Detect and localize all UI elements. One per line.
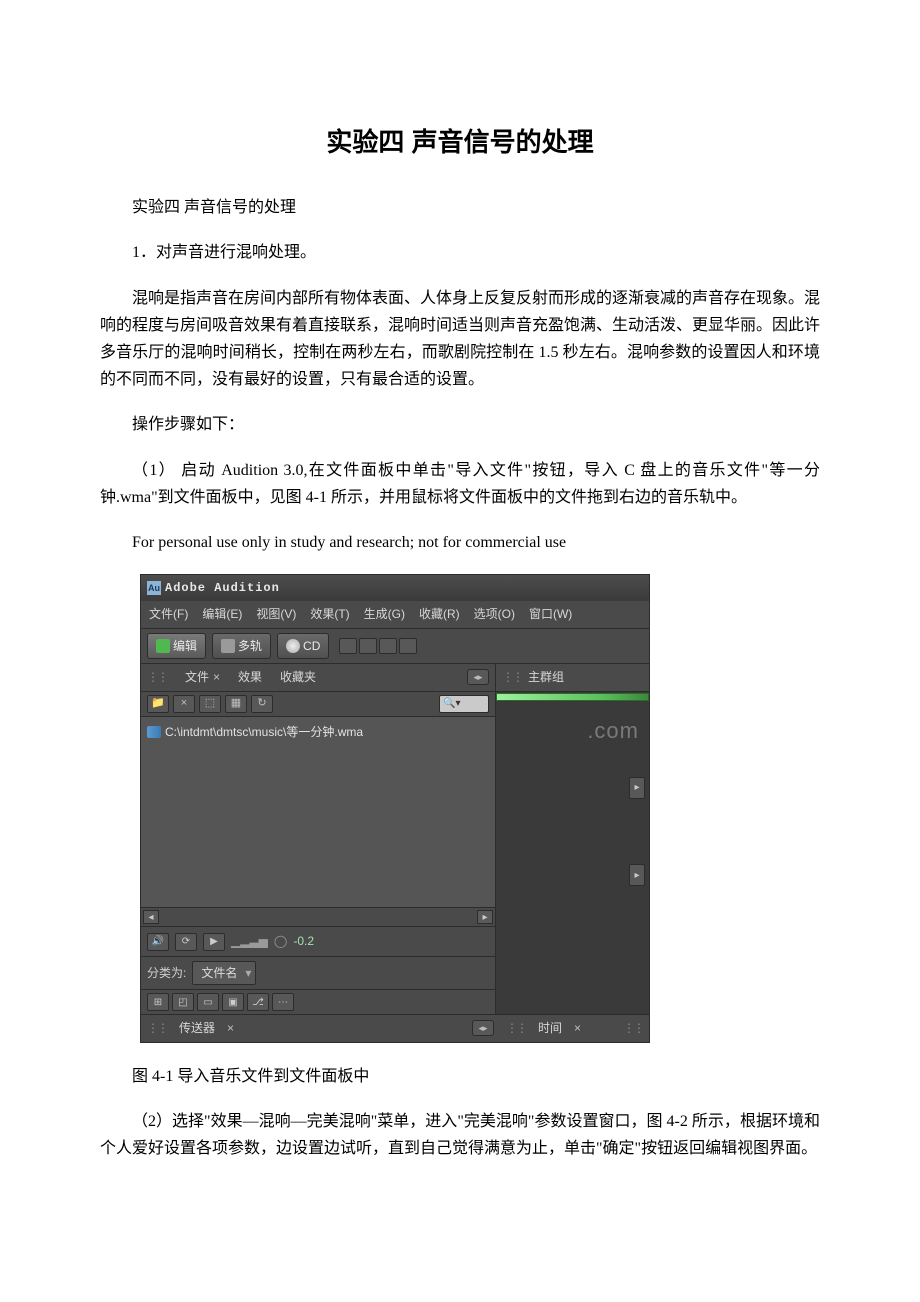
step-1: （1） 启动 Audition 3.0,在文件面板中单击"导入文件"按钮，导入 … bbox=[100, 457, 820, 511]
subtitle: 实验四 声音信号的处理 bbox=[100, 194, 820, 221]
menu-file[interactable]: 文件(F) bbox=[149, 604, 188, 624]
left-pane: ⋮⋮ 文件 × 效果 收藏夹 ◂▸ 📁 × ⬚ ▦ ↻ 🔍▾ bbox=[141, 664, 496, 1014]
panel-tabs: ⋮⋮ 文件 × 效果 收藏夹 ◂▸ bbox=[141, 664, 495, 691]
view-btn-6[interactable]: ⋯ bbox=[272, 993, 294, 1011]
view-btn-5[interactable]: ⎇ bbox=[247, 993, 269, 1011]
main-body: ⋮⋮ 文件 × 效果 收藏夹 ◂▸ 📁 × ⬚ ▦ ↻ 🔍▾ bbox=[141, 664, 649, 1014]
toolbar-cd-button[interactable]: CD bbox=[277, 633, 329, 659]
app-title: Adobe Audition bbox=[165, 578, 280, 598]
right-pane: ⋮⋮ 主群组 .com ▸ ▸ bbox=[496, 664, 649, 1014]
menu-edit[interactable]: 编辑(E) bbox=[202, 604, 242, 624]
edit-file-button[interactable]: ▦ bbox=[225, 695, 247, 713]
tool-btn-2[interactable] bbox=[359, 638, 377, 654]
view-btn-1[interactable]: ⊞ bbox=[147, 993, 169, 1011]
tool-btn-4[interactable] bbox=[399, 638, 417, 654]
transport-panel-label[interactable]: 传送器 bbox=[179, 1018, 215, 1038]
track-body[interactable]: .com ▸ ▸ bbox=[496, 702, 649, 1015]
file-list: C:\intdmt\dmtsc\music\等一分钟.wma bbox=[141, 717, 495, 908]
loop-button[interactable]: ⟳ bbox=[175, 933, 197, 951]
section-heading-1: 1．对声音进行混响处理。 bbox=[100, 239, 820, 266]
import-file-button[interactable]: 📁 bbox=[147, 695, 169, 713]
sort-label: 分类为: bbox=[147, 963, 186, 983]
refresh-button[interactable]: ↻ bbox=[251, 695, 273, 713]
search-field[interactable]: 🔍▾ bbox=[439, 695, 489, 713]
toolbar-edit-label: 编辑 bbox=[173, 636, 197, 656]
multitrack-icon bbox=[221, 639, 235, 653]
wave-icon bbox=[156, 639, 170, 653]
horizontal-scrollbar[interactable]: ◂ ▸ bbox=[141, 907, 495, 926]
menu-generate[interactable]: 生成(G) bbox=[364, 604, 405, 624]
view-buttons: ⊞ ◰ ▭ ▣ ⎇ ⋯ bbox=[141, 989, 495, 1014]
tool-btn-1[interactable] bbox=[339, 638, 357, 654]
step-2: （2）选择"效果—混响—完美混响"菜单，进入"完美混响"参数设置窗口，图 4-2… bbox=[100, 1108, 820, 1162]
figure-caption: 图 4-1 导入音乐文件到文件面板中 bbox=[100, 1063, 820, 1090]
tab-file[interactable]: 文件 bbox=[185, 667, 209, 687]
cd-icon bbox=[286, 639, 300, 653]
bottom-bar: ⋮⋮ 传送器 × ◂▸ ⋮⋮ 时间 × ⋮⋮ bbox=[141, 1014, 649, 1041]
view-btn-3[interactable]: ▭ bbox=[197, 993, 219, 1011]
view-btn-2[interactable]: ◰ bbox=[172, 993, 194, 1011]
grip-icon: ⋮⋮ bbox=[147, 1018, 167, 1038]
app-icon: Au bbox=[147, 581, 161, 595]
grip-icon: ⋮⋮ bbox=[623, 1018, 643, 1038]
menu-favorite[interactable]: 收藏(R) bbox=[419, 604, 460, 624]
file-path: C:\intdmt\dmtsc\music\等一分钟.wma bbox=[165, 722, 363, 742]
volume-value: -0.2 bbox=[293, 931, 314, 951]
titlebar: Au Adobe Audition bbox=[141, 575, 649, 601]
intro-paragraph: 混响是指声音在房间内部所有物体表面、人体身上反复反射而形成的逐渐衰减的声音存在现… bbox=[100, 285, 820, 394]
audition-window: Au Adobe Audition 文件(F) 编辑(E) 视图(V) 效果(T… bbox=[140, 574, 650, 1043]
tab-effect[interactable]: 效果 bbox=[238, 667, 262, 687]
toolbar-multitrack-button[interactable]: 多轨 bbox=[212, 633, 271, 659]
toolbar-multi-label: 多轨 bbox=[238, 636, 262, 656]
volume-meter-icon: ▁▂▃▅ bbox=[231, 931, 268, 951]
menubar: 文件(F) 编辑(E) 视图(V) 效果(T) 生成(G) 收藏(R) 选项(O… bbox=[141, 601, 649, 628]
track-arrow-top[interactable]: ▸ bbox=[629, 777, 645, 799]
panel-menu-icon[interactable]: ◂▸ bbox=[467, 669, 489, 685]
toolbar-small-buttons bbox=[339, 638, 417, 654]
page-title: 实验四 声音信号的处理 bbox=[100, 120, 820, 164]
watermark: .com bbox=[587, 712, 639, 749]
audio-file-icon bbox=[147, 726, 161, 738]
tab-close-icon[interactable]: × bbox=[213, 667, 220, 687]
insert-button[interactable]: ⬚ bbox=[199, 695, 221, 713]
bottom-menu-icon[interactable]: ◂▸ bbox=[472, 1020, 494, 1036]
timeline-strip[interactable] bbox=[496, 693, 649, 701]
menu-window[interactable]: 窗口(W) bbox=[529, 604, 572, 624]
time-panel-label[interactable]: 时间 bbox=[538, 1018, 562, 1038]
transport-controls: 🔊 ⟳ ▶ ▁▂▃▅ ◯ -0.2 bbox=[141, 926, 495, 955]
transport-close-icon[interactable]: × bbox=[227, 1018, 234, 1038]
track-arrow-bottom[interactable]: ▸ bbox=[629, 864, 645, 886]
sort-dropdown[interactable]: 文件名 bbox=[192, 961, 256, 985]
grip-icon: ⋮⋮ bbox=[147, 667, 167, 687]
toolbar-cd-label: CD bbox=[303, 636, 320, 656]
tool-btn-3[interactable] bbox=[379, 638, 397, 654]
speaker-button[interactable]: 🔊 bbox=[147, 933, 169, 951]
sort-row: 分类为: 文件名 bbox=[141, 956, 495, 989]
steps-label: 操作步骤如下： bbox=[100, 411, 820, 438]
figure-4-1-screenshot: Au Adobe Audition 文件(F) 编辑(E) 视图(V) 效果(T… bbox=[140, 574, 820, 1043]
scroll-right-icon[interactable]: ▸ bbox=[477, 910, 493, 924]
grip-icon: ⋮⋮ bbox=[502, 667, 522, 687]
view-btn-4[interactable]: ▣ bbox=[222, 993, 244, 1011]
menu-view[interactable]: 视图(V) bbox=[256, 604, 296, 624]
track-header: ⋮⋮ 主群组 bbox=[496, 664, 649, 691]
toolbar-edit-button[interactable]: 编辑 bbox=[147, 633, 206, 659]
english-note: For personal use only in study and resea… bbox=[100, 529, 820, 556]
menu-effect[interactable]: 效果(T) bbox=[310, 604, 349, 624]
play-button[interactable]: ▶ bbox=[203, 933, 225, 951]
time-close-icon[interactable]: × bbox=[574, 1018, 581, 1038]
file-entry[interactable]: C:\intdmt\dmtsc\music\等一分钟.wma bbox=[147, 721, 489, 743]
file-panel-toolbar: 📁 × ⬚ ▦ ↻ 🔍▾ bbox=[141, 692, 495, 717]
tab-favorite[interactable]: 收藏夹 bbox=[280, 667, 316, 687]
close-file-button[interactable]: × bbox=[173, 695, 195, 713]
grip-icon: ⋮⋮ bbox=[506, 1018, 526, 1038]
menu-option[interactable]: 选项(O) bbox=[474, 604, 515, 624]
main-toolbar: 编辑 多轨 CD bbox=[141, 629, 649, 664]
scroll-left-icon[interactable]: ◂ bbox=[143, 910, 159, 924]
track-group-label: 主群组 bbox=[528, 667, 564, 687]
knob-icon[interactable]: ◯ bbox=[274, 931, 287, 951]
